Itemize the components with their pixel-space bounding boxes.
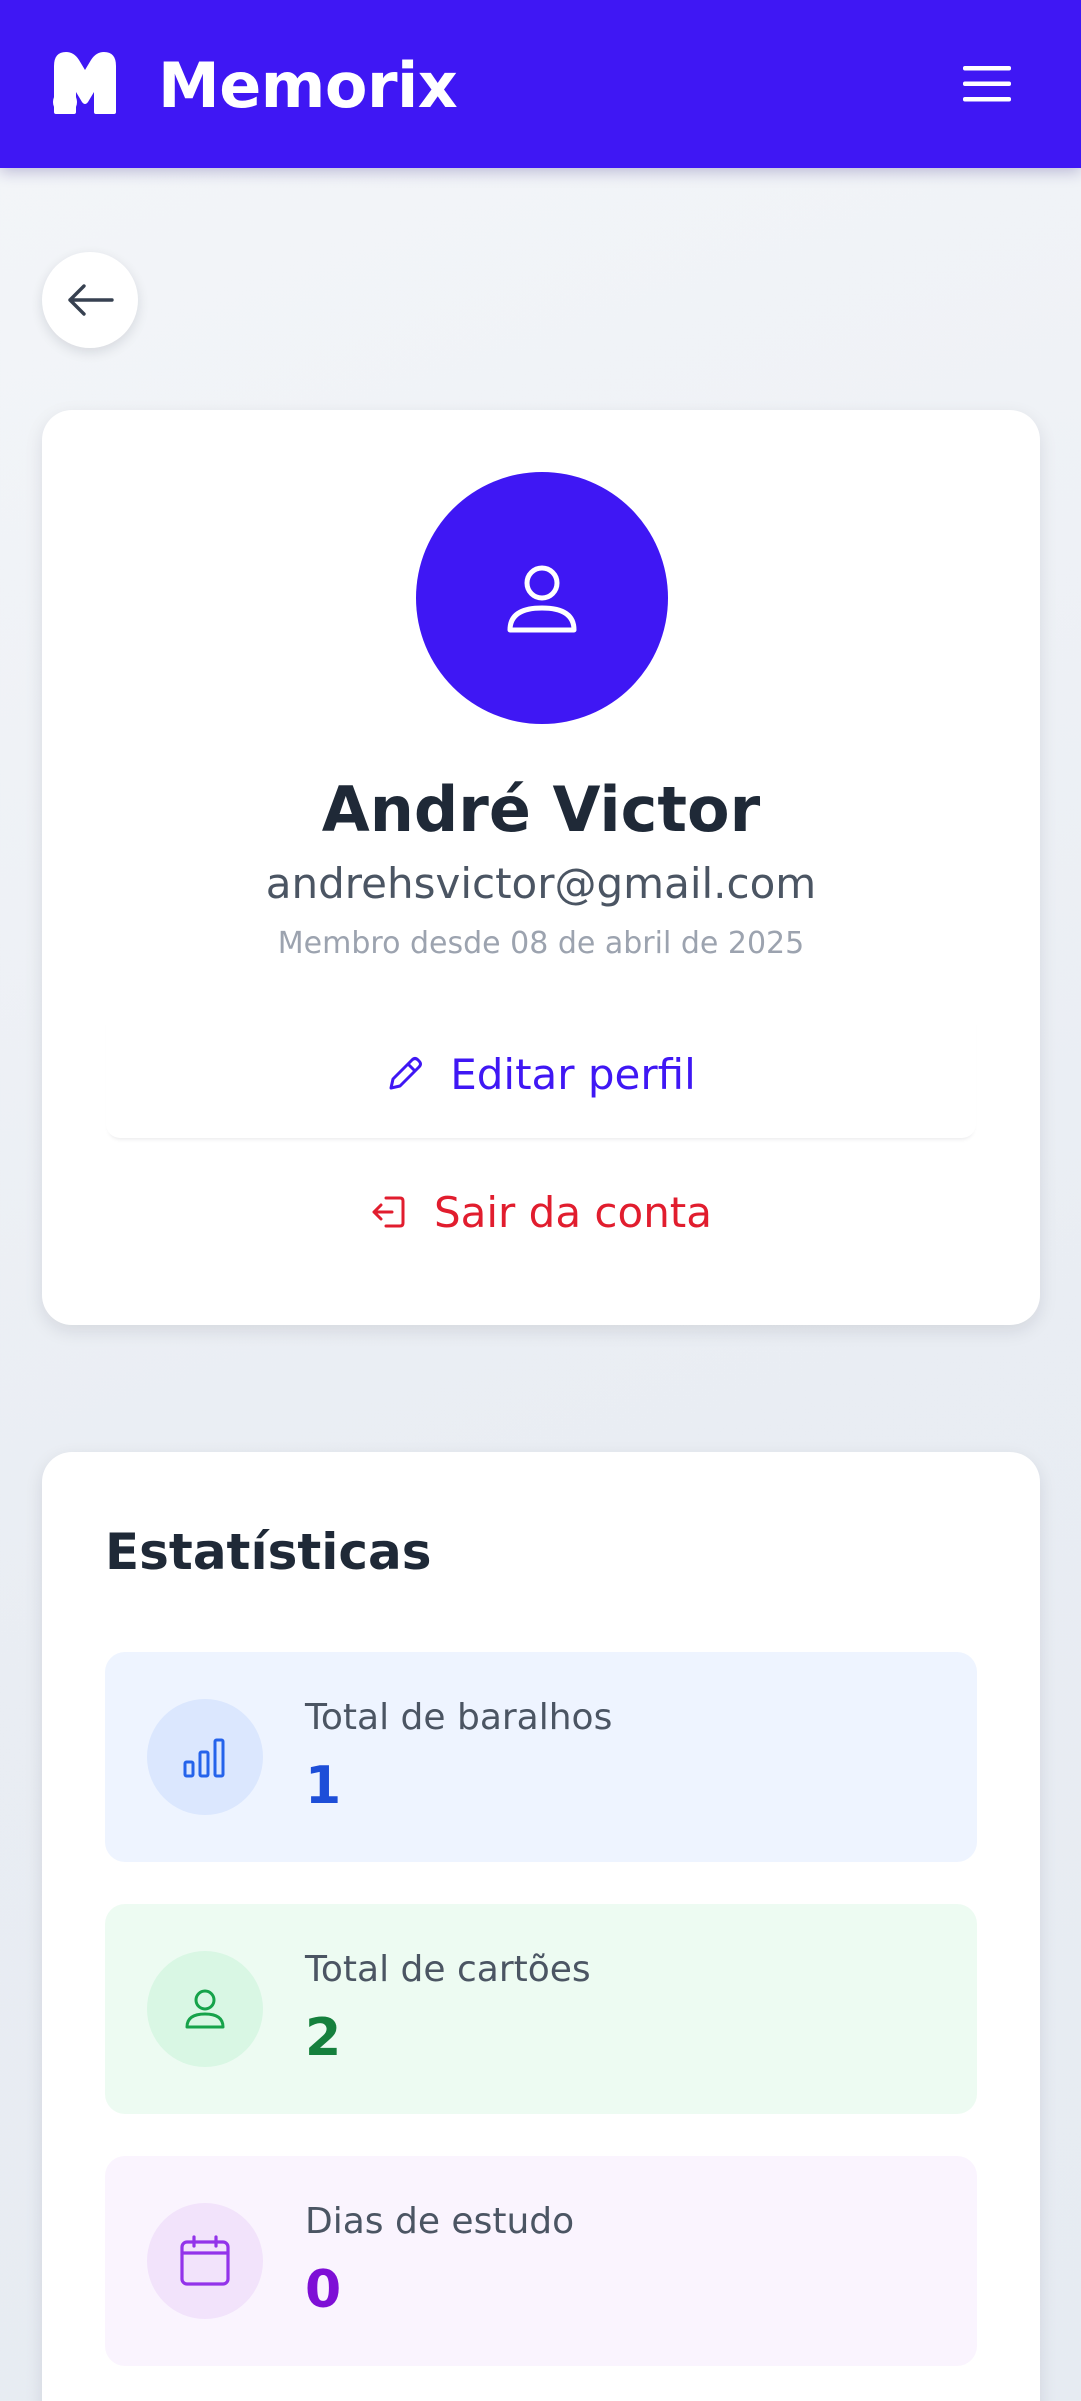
user-icon <box>185 1989 225 2029</box>
logout-button[interactable]: Sair da conta <box>106 1152 976 1272</box>
edit-profile-button[interactable]: Editar perfil <box>106 1010 976 1138</box>
avatar <box>416 472 668 724</box>
stat-icon-wrapper <box>147 1951 263 2067</box>
stat-value: 1 <box>305 1756 342 1816</box>
hamburger-menu-icon <box>963 66 1011 102</box>
stat-icon-wrapper <box>147 1699 263 1815</box>
user-email: andrehsvictor@gmail.com <box>265 859 817 908</box>
calendar-icon <box>180 2235 230 2286</box>
stat-value: 2 <box>305 2008 342 2068</box>
arrow-left-icon <box>68 284 114 316</box>
stat-label: Total de baralhos <box>305 1697 613 1738</box>
app-name[interactable]: Memorix <box>158 46 458 126</box>
stat-study-days: Dias de estudo 0 <box>105 2156 977 2366</box>
app-header: Memorix <box>0 0 1081 168</box>
stats-card: Estatísticas Total de baralhos 1 Total d… <box>42 1452 1040 2401</box>
stat-total-cards: Total de cartões 2 <box>105 1904 977 2114</box>
logout-label: Sair da conta <box>433 1187 713 1237</box>
bar-chart-icon <box>183 1738 225 1778</box>
back-button[interactable] <box>42 252 138 348</box>
stat-total-decks: Total de baralhos 1 <box>105 1652 977 1862</box>
stat-icon-wrapper <box>147 2203 263 2319</box>
user-name: André Victor <box>321 773 761 846</box>
logout-icon <box>372 1196 405 1228</box>
pencil-icon <box>389 1057 423 1090</box>
stats-title: Estatísticas <box>105 1523 432 1581</box>
edit-profile-label: Editar perfil <box>450 1049 696 1099</box>
hamburger-menu-button[interactable] <box>950 58 1024 110</box>
stat-label: Dias de estudo <box>305 2201 575 2242</box>
stat-label: Total de cartões <box>305 1949 591 1990</box>
profile-card: André Victor andrehsvictor@gmail.com Mem… <box>42 410 1040 1325</box>
user-icon <box>507 565 577 633</box>
member-since: Membro desde 08 de abril de 2025 <box>277 926 805 961</box>
stat-value: 0 <box>305 2260 342 2320</box>
memorix-logo-icon[interactable] <box>48 48 122 118</box>
